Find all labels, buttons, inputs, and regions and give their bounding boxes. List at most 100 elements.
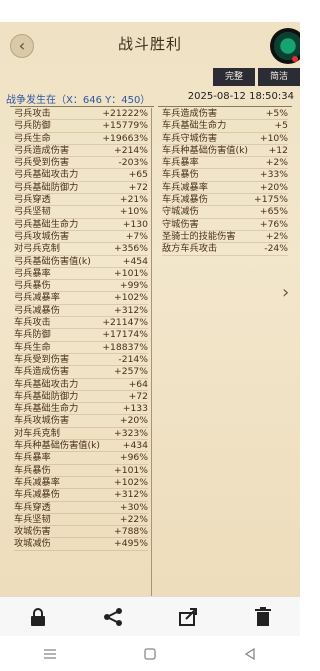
left-stat-row: 车兵暴率 +96% bbox=[14, 452, 148, 465]
stat-label: 车兵减暴率 bbox=[162, 181, 208, 193]
stat-value: +72 bbox=[128, 181, 148, 193]
stat-value: +434 bbox=[122, 440, 148, 452]
share-icon[interactable] bbox=[102, 606, 124, 628]
stat-value: +65 bbox=[128, 169, 148, 181]
stat-value: +20% bbox=[259, 181, 288, 193]
left-stat-row: 车兵生命 +18837% bbox=[14, 342, 148, 354]
right-stats-column: 车兵造成伤害 +5% 车兵基础生命力 +5 车兵守城伤害 +10% 车兵种基础伤害值(k) +… bbox=[162, 108, 288, 256]
stat-label: 车兵暴率 bbox=[14, 452, 51, 464]
stat-label: 车兵基础生命力 bbox=[14, 403, 79, 415]
stat-value: +130 bbox=[122, 218, 148, 230]
header: ‹ 战斗胜利 bbox=[0, 22, 300, 68]
stat-value: +15779% bbox=[102, 120, 148, 132]
stat-label: 弓兵防御 bbox=[14, 120, 51, 132]
battle-datetime: 2025-08-12 18:50:34 bbox=[187, 91, 294, 102]
next-arrow-icon[interactable]: › bbox=[282, 284, 294, 302]
stat-label: 车兵守城伤害 bbox=[162, 132, 218, 144]
stat-value: +102% bbox=[114, 476, 148, 488]
right-stat-row: 车兵种基础伤害值(k) +12 bbox=[162, 144, 288, 158]
stat-value: +356% bbox=[114, 243, 148, 255]
forward-icon[interactable] bbox=[177, 606, 199, 628]
view-tabs: 完整 简洁 bbox=[210, 68, 300, 86]
left-stat-row: 弓兵攻击 +21222% bbox=[14, 108, 148, 121]
left-stat-row: 车兵穿透 +30% bbox=[14, 502, 148, 514]
stat-label: 车兵暴率 bbox=[162, 157, 199, 169]
system-nav-bar bbox=[0, 636, 300, 671]
stat-value: +101% bbox=[114, 267, 148, 279]
stat-label: 车兵防御 bbox=[14, 329, 51, 341]
stat-value: +76% bbox=[259, 218, 288, 230]
left-stat-row: 车兵攻城伤害 +20% bbox=[14, 415, 148, 428]
back-icon[interactable] bbox=[243, 647, 257, 661]
left-stat-row: 弓兵减暴伤 +312% bbox=[14, 304, 148, 318]
stat-label: 弓兵攻击 bbox=[14, 108, 51, 119]
stat-label: 车兵减暴伤 bbox=[14, 489, 60, 501]
stat-value: +12 bbox=[268, 144, 288, 156]
right-stat-row: 守城伤害 +76% bbox=[162, 219, 288, 231]
left-stat-row: 弓兵造成伤害 +214% bbox=[14, 144, 148, 158]
stat-label: 车兵暴伤 bbox=[14, 464, 51, 476]
stat-value: +2% bbox=[265, 157, 288, 169]
left-stat-row: 车兵造成伤害 +257% bbox=[14, 366, 148, 379]
tab-brief[interactable]: 简洁 bbox=[258, 68, 300, 86]
stat-label: 弓兵暴伤 bbox=[14, 280, 51, 292]
left-stat-row: 攻城减伤 +495% bbox=[14, 538, 148, 551]
stat-value: +495% bbox=[114, 538, 148, 550]
left-stat-row: 车兵防御 +17174% bbox=[14, 329, 148, 342]
stat-label: 攻城伤害 bbox=[14, 526, 51, 538]
home-icon[interactable] bbox=[143, 647, 157, 661]
stat-value: +133 bbox=[122, 403, 148, 415]
stat-label: 弓兵攻城伤害 bbox=[14, 230, 70, 242]
right-stat-row: 车兵暴伤 +33% bbox=[162, 169, 288, 182]
stat-value: +175% bbox=[254, 194, 288, 206]
stat-value: +10% bbox=[119, 206, 148, 218]
stat-label: 车兵攻城伤害 bbox=[14, 415, 70, 427]
lock-icon[interactable] bbox=[27, 606, 49, 628]
page-title: 战斗胜利 bbox=[117, 35, 182, 53]
stat-value: +312% bbox=[114, 304, 148, 316]
stat-label: 守城伤害 bbox=[162, 218, 199, 230]
stat-label: 车兵生命 bbox=[14, 341, 51, 353]
left-stat-row: 车兵减暴伤 +312% bbox=[14, 489, 148, 502]
stat-label: 车兵暴伤 bbox=[162, 169, 199, 181]
battle-location[interactable]: 战争发生在（X：646 Y：450） bbox=[6, 91, 150, 106]
left-stat-row: 车兵基础防御力 +72 bbox=[14, 390, 148, 404]
stat-label: 弓兵基础防御力 bbox=[14, 181, 79, 193]
stat-value: +21% bbox=[119, 194, 148, 206]
menu-icon[interactable] bbox=[43, 647, 57, 661]
stat-label: 弓兵坚韧 bbox=[14, 206, 51, 218]
left-stat-row: 攻城伤害 +788% bbox=[14, 526, 148, 539]
battle-info: 战争发生在（X：646 Y：450） 2025-08-12 18:50:34 bbox=[6, 90, 294, 106]
right-stat-row: 车兵减暴率 +20% bbox=[162, 181, 288, 195]
stat-value: +30% bbox=[119, 501, 148, 513]
stat-label: 车兵基础攻击力 bbox=[14, 378, 79, 390]
stat-value: +312% bbox=[114, 489, 148, 501]
stat-value: +99% bbox=[119, 280, 148, 292]
left-stat-row: 弓兵基础攻击力 +65 bbox=[14, 169, 148, 182]
right-stat-row: 车兵造成伤害 +5% bbox=[162, 108, 288, 121]
stat-label: 弓兵造成伤害 bbox=[14, 144, 70, 156]
trash-icon[interactable] bbox=[252, 606, 274, 628]
stat-value: +257% bbox=[114, 366, 148, 378]
right-stat-row: 守城减伤 +65% bbox=[162, 206, 288, 219]
divider-left bbox=[10, 106, 154, 107]
left-stat-row: 弓兵基础防御力 +72 bbox=[14, 181, 148, 195]
stat-value: +101% bbox=[114, 464, 148, 476]
stat-label: 车兵受到伤害 bbox=[14, 353, 70, 365]
stat-label: 车兵种基础伤害值(k) bbox=[14, 440, 100, 452]
tab-full[interactable]: 完整 bbox=[213, 68, 255, 86]
stat-label: 车兵穿透 bbox=[14, 501, 51, 513]
stat-value: +18837% bbox=[102, 341, 148, 353]
stat-value: +17174% bbox=[102, 329, 148, 341]
left-stat-row: 弓兵防御 +15779% bbox=[14, 120, 148, 133]
stat-label: 车兵基础防御力 bbox=[14, 390, 79, 402]
stat-value: +5 bbox=[274, 120, 288, 132]
left-stat-row: 车兵暴伤 +101% bbox=[14, 465, 148, 477]
stat-label: 车兵基础生命力 bbox=[162, 120, 227, 132]
stat-label: 车兵造成伤害 bbox=[14, 366, 70, 378]
stat-value: +214% bbox=[114, 144, 148, 156]
stat-value: +21222% bbox=[102, 108, 148, 119]
divider-right bbox=[158, 106, 292, 107]
left-stat-row: 对车兵克制 +323% bbox=[14, 428, 148, 441]
stat-label: 车兵种基础伤害值(k) bbox=[162, 144, 248, 156]
